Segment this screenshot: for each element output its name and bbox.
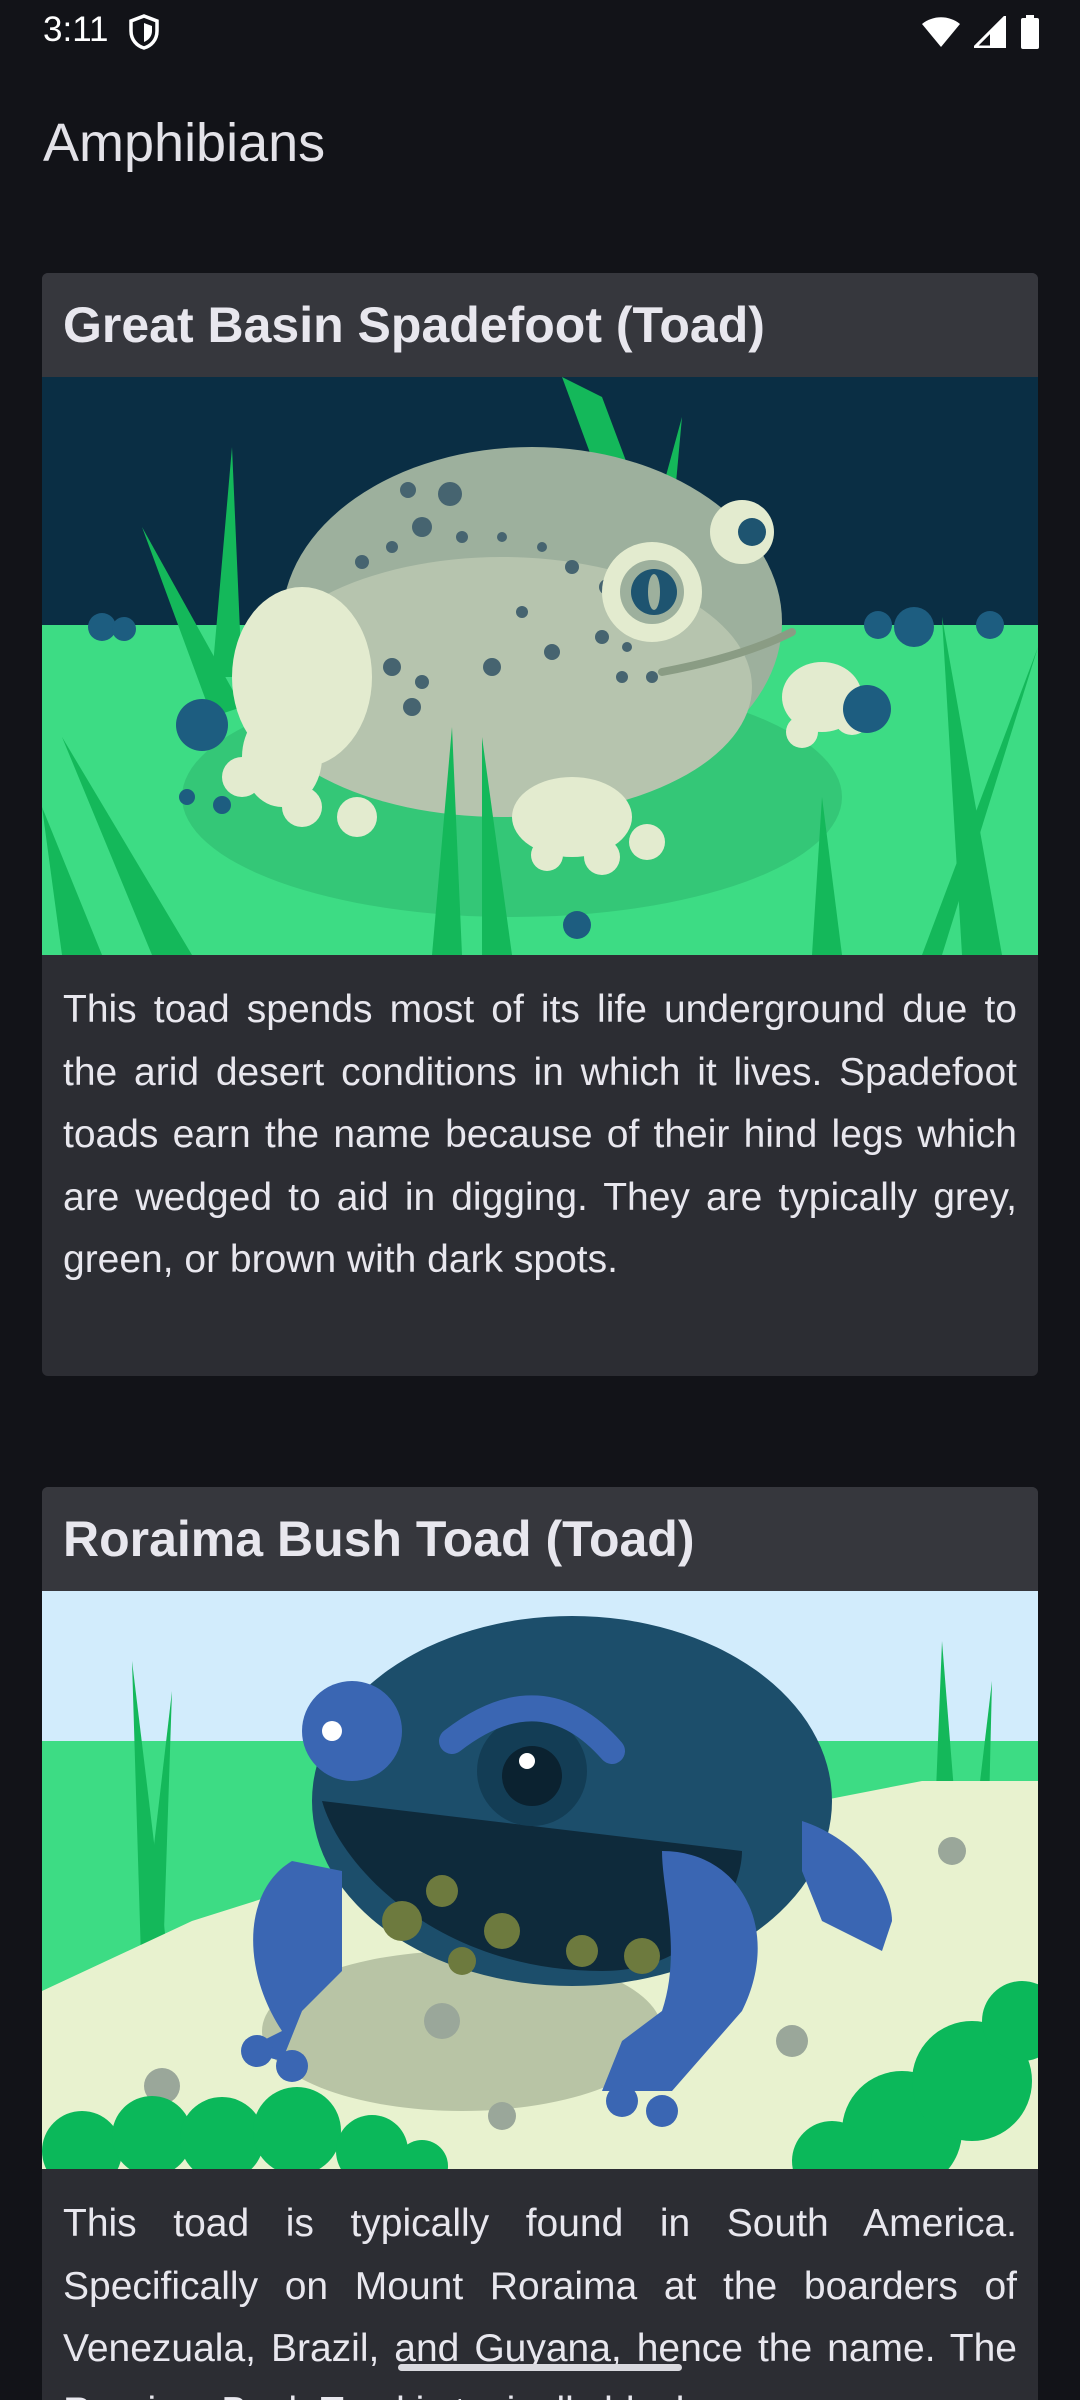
card-description: This toad spends most of its life underg… xyxy=(63,988,1017,1281)
card-title: Roraima Bush Toad (Toad) xyxy=(63,1511,695,1567)
app-title: Amphibians xyxy=(43,113,326,173)
wifi-icon xyxy=(922,17,960,47)
navigation-handle[interactable] xyxy=(398,2364,682,2371)
card-header: Great Basin Spadefoot (Toad) xyxy=(42,273,1038,377)
amphibian-card[interactable]: Roraima Bush Toad (Toad) This toad is ty… xyxy=(42,1487,1038,2400)
card-header: Roraima Bush Toad (Toad) xyxy=(42,1487,1038,1591)
status-time: 3:11 xyxy=(43,10,109,49)
card-title: Great Basin Spadefoot (Toad) xyxy=(63,297,765,353)
status-bar: 3:11 xyxy=(0,0,1080,64)
great-basin-spadefoot-image xyxy=(42,377,1038,955)
roraima-bush-toad-image xyxy=(42,1591,1038,2169)
shield-icon xyxy=(129,14,159,50)
battery-icon xyxy=(1021,15,1039,49)
amphibian-card[interactable]: Great Basin Spadefoot (Toad) This toad s… xyxy=(42,273,1038,1376)
signal-icon xyxy=(974,16,1006,48)
